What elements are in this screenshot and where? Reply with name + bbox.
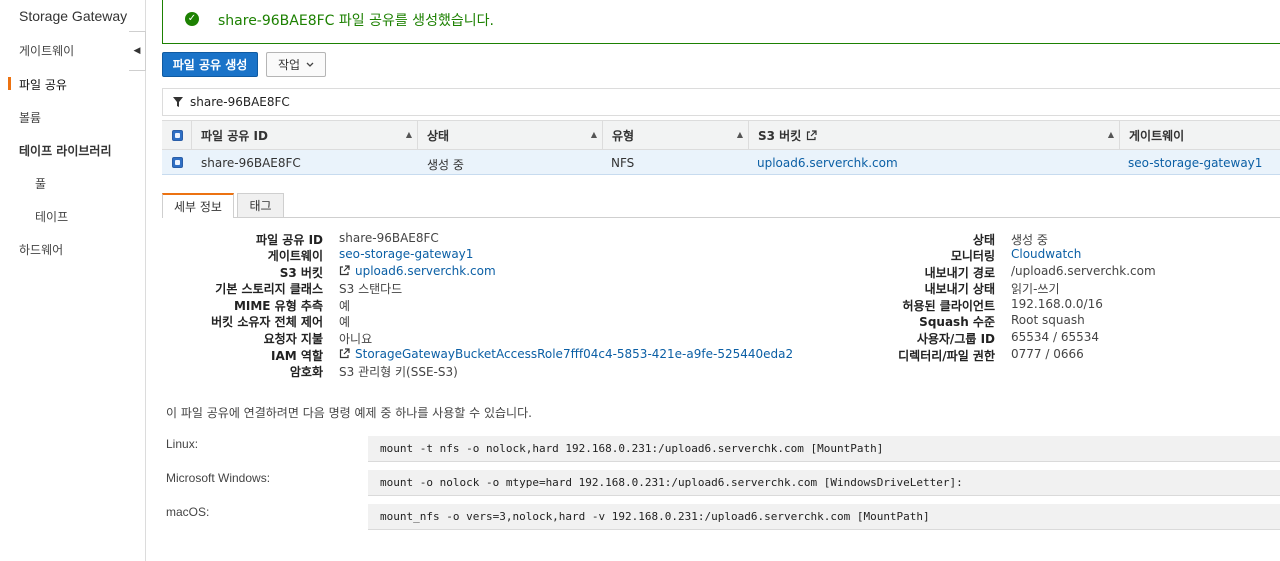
detail-label: MIME 유형 추측 <box>233 299 323 313</box>
command-hint: 이 파일 공유에 연결하려면 다음 명령 예제 중 하나를 사용할 수 있습니다… <box>166 406 532 420</box>
sidebar-item-hardware[interactable]: 하드웨어 <box>19 241 63 258</box>
filter-icon <box>173 97 183 107</box>
app-title: Storage Gateway <box>19 8 128 24</box>
create-file-share-button[interactable]: 파일 공유 생성 <box>162 52 258 77</box>
sidebar-item-tapes[interactable]: 테이프 <box>35 208 68 225</box>
row-bucket-link[interactable]: upload6.serverchk.com <box>757 156 898 170</box>
detail-value: S3 관리형 키(SSE-S3) <box>339 365 458 379</box>
tab-details[interactable]: 세부 정보 <box>162 193 234 218</box>
detail-value: 192.168.0.0/16 <box>1011 297 1103 311</box>
detail-value: share-96BAE8FC <box>339 231 439 245</box>
windows-label: Microsoft Windows: <box>166 471 271 485</box>
detail-label: 사용자/그룹 ID <box>916 332 995 346</box>
actions-label: 작업 <box>277 58 301 72</box>
detail-label: 게이트웨이 <box>267 249 323 263</box>
macos-command[interactable]: mount_nfs -o vers=3,nolock,hard -v 192.1… <box>368 504 1280 530</box>
sidebar-item-pools[interactable]: 풀 <box>35 175 46 192</box>
detail-label: 파일 공유 ID <box>256 233 323 247</box>
external-link-icon <box>807 129 817 140</box>
tab-tags-label: 태그 <box>249 199 272 213</box>
iam-role-text: StorageGatewayBucketAccessRole7fff04c4-5… <box>355 347 794 361</box>
detail-label: 상태 <box>972 233 995 247</box>
iam-role-link[interactable]: StorageGatewayBucketAccessRole7fff04c4-5… <box>339 347 793 361</box>
detail-value: Root squash <box>1011 313 1085 327</box>
detail-value: 생성 중 <box>1011 233 1048 247</box>
filter-bar <box>162 88 1280 116</box>
detail-label: S3 버킷 <box>279 266 323 280</box>
sidebar-item-gateways[interactable]: 게이트웨이 <box>19 42 74 59</box>
success-banner: ✓ share-96BAE8FC 파일 공유를 생성했습니다. <box>162 0 1280 44</box>
sidebar: Storage Gateway 게이트웨이 파일 공유 볼륨 테이프 라이브러리… <box>0 0 146 561</box>
detail-label: 기본 스토리지 클래스 <box>215 282 323 296</box>
row-status: 생성 중 <box>427 158 464 172</box>
row-checkbox[interactable] <box>172 157 183 168</box>
caret-left-icon: ◀ <box>133 46 141 56</box>
external-link-icon <box>339 265 350 276</box>
check-circle-icon: ✓ <box>185 12 199 26</box>
column-header-type[interactable]: 유형 ▲ <box>603 121 749 149</box>
column-header-id[interactable]: 파일 공유 ID ▲ <box>192 121 418 149</box>
sort-icon: ▲ <box>590 130 597 139</box>
sidebar-collapse-button[interactable]: ◀ <box>129 31 146 71</box>
table-row[interactable]: share-96BAE8FC 생성 중 NFS upload6.serverch… <box>162 150 1280 175</box>
detail-label: 요청자 지불 <box>263 332 323 346</box>
filter-input[interactable] <box>188 94 792 110</box>
column-header-gateway[interactable]: 게이트웨이 <box>1120 121 1280 149</box>
detail-value: 아니요 <box>339 332 373 346</box>
column-header-bucket[interactable]: S3 버킷 ▲ <box>749 121 1120 149</box>
sidebar-item-file-shares[interactable]: 파일 공유 <box>19 76 67 93</box>
detail-label: 내보내기 경로 <box>924 266 995 280</box>
tab-details-label: 세부 정보 <box>174 200 222 214</box>
column-header-status[interactable]: 상태 ▲ <box>418 121 603 149</box>
column-header-id-label: 파일 공유 ID <box>201 128 268 143</box>
detail-value: S3 스탠다드 <box>339 282 403 296</box>
detail-label: 내보내기 상태 <box>924 282 995 296</box>
create-file-share-label: 파일 공유 생성 <box>172 58 248 72</box>
actions-dropdown[interactable]: 작업 <box>266 52 326 77</box>
gateway-link[interactable]: seo-storage-gateway1 <box>339 247 473 261</box>
select-all-checkbox[interactable] <box>172 130 183 141</box>
column-header-type-label: 유형 <box>612 128 635 143</box>
active-indicator <box>8 77 11 90</box>
sort-asc-icon: ▲ <box>405 130 412 139</box>
detail-label: 버킷 소유자 전체 제어 <box>211 315 323 329</box>
detail-value: 65534 / 65534 <box>1011 330 1100 344</box>
macos-label: macOS: <box>166 505 210 519</box>
detail-value: 읽기-쓰기 <box>1011 282 1060 296</box>
row-gateway-link[interactable]: seo-storage-gateway1 <box>1128 156 1262 170</box>
detail-tabs: 세부 정보 태그 <box>162 193 1280 218</box>
column-header-gateway-label: 게이트웨이 <box>1129 128 1185 143</box>
sort-icon: ▲ <box>736 130 743 139</box>
linux-command[interactable]: mount -t nfs -o nolock,hard 192.168.0.23… <box>368 436 1280 462</box>
detail-value: 예 <box>339 315 351 329</box>
cloudwatch-link[interactable]: Cloudwatch <box>1011 247 1081 261</box>
detail-label: 허용된 클라이언트 <box>902 299 996 313</box>
row-type: NFS <box>611 156 635 170</box>
banner-message: share-96BAE8FC 파일 공유를 생성했습니다. <box>218 13 494 29</box>
bucket-link[interactable]: upload6.serverchk.com <box>339 264 496 278</box>
bucket-link-text: upload6.serverchk.com <box>355 264 496 278</box>
external-link-icon <box>339 348 350 359</box>
detail-value: 예 <box>339 299 351 313</box>
column-header-status-label: 상태 <box>427 128 450 143</box>
sort-icon: ▲ <box>1107 130 1114 139</box>
sidebar-item-volumes[interactable]: 볼륨 <box>19 109 41 126</box>
detail-label: IAM 역할 <box>271 349 323 363</box>
detail-label: 디렉터리/파일 권한 <box>898 349 995 363</box>
table-header: 파일 공유 ID ▲ 상태 ▲ 유형 ▲ S3 버킷 ▲ 게이트웨이 <box>162 120 1280 150</box>
sidebar-item-tape-library[interactable]: 테이프 라이브러리 <box>19 142 112 159</box>
column-header-bucket-label: S3 버킷 <box>758 128 802 143</box>
detail-label: 암호화 <box>289 365 323 379</box>
chevron-down-icon <box>306 62 314 67</box>
detail-label: 모니터링 <box>950 249 995 263</box>
select-all-cell <box>162 121 192 149</box>
tab-tags[interactable]: 태그 <box>237 193 284 217</box>
detail-value: /upload6.serverchk.com <box>1011 264 1156 278</box>
detail-label: Squash 수준 <box>919 315 995 329</box>
detail-value: 0777 / 0666 <box>1011 347 1084 361</box>
row-id: share-96BAE8FC <box>201 156 301 170</box>
linux-label: Linux: <box>166 437 199 451</box>
windows-command[interactable]: mount -o nolock -o mtype=hard 192.168.0.… <box>368 470 1280 496</box>
